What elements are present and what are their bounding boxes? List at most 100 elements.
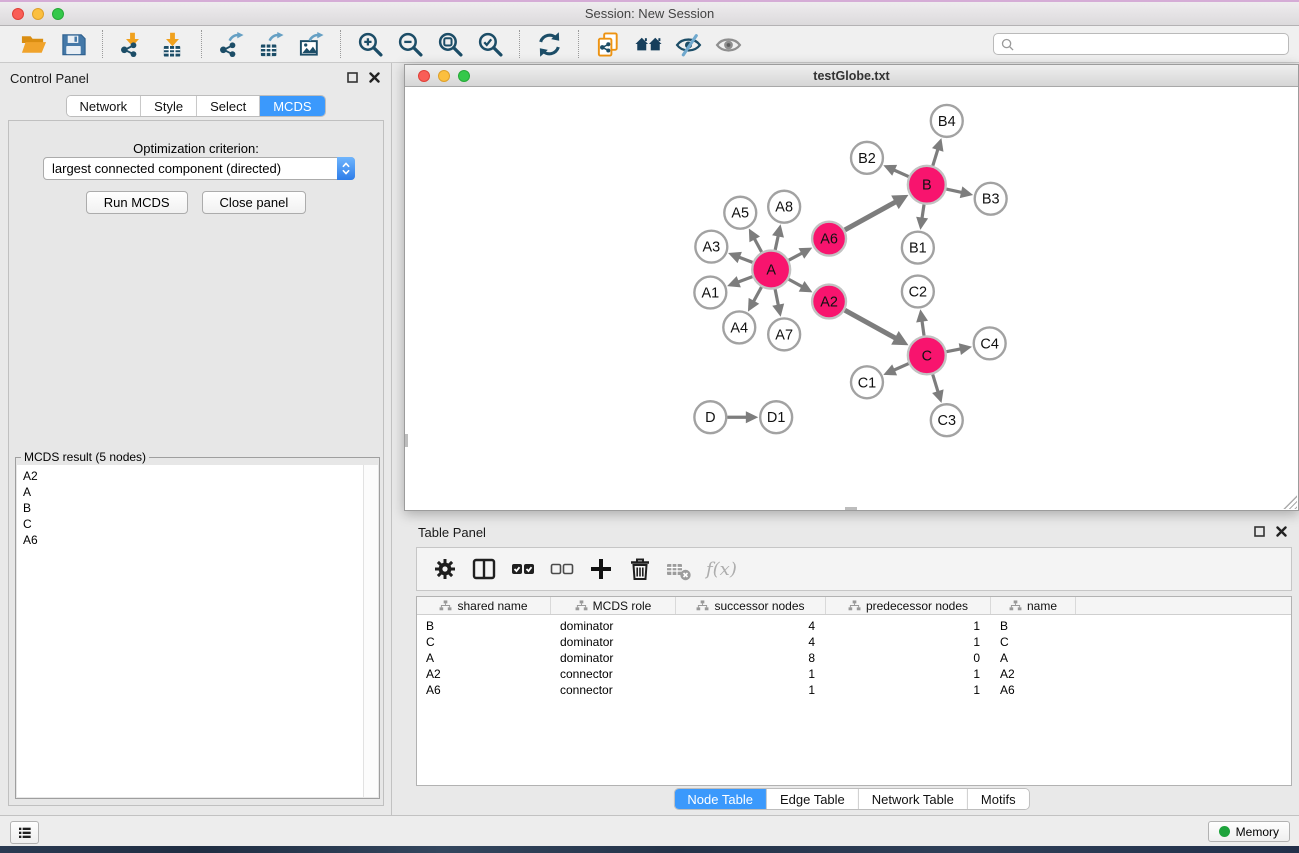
table-tab-motifs[interactable]: Motifs bbox=[968, 789, 1029, 809]
mcds-result-item[interactable]: C bbox=[23, 516, 364, 532]
graph-node-D[interactable]: D bbox=[694, 401, 726, 433]
export-table-button[interactable] bbox=[257, 30, 285, 58]
import-network-button[interactable] bbox=[118, 30, 146, 58]
open-file-button[interactable] bbox=[19, 30, 47, 58]
graph-node-B4[interactable]: B4 bbox=[931, 105, 963, 137]
delete-row-button[interactable] bbox=[625, 555, 655, 583]
graph-node-A2[interactable]: A2 bbox=[812, 285, 846, 319]
delete-table-button[interactable] bbox=[664, 555, 694, 583]
mcds-result-item[interactable]: B bbox=[23, 500, 364, 516]
graph-node-B1[interactable]: B1 bbox=[902, 232, 934, 264]
graph-node-A7[interactable]: A7 bbox=[768, 318, 800, 350]
graph-node-B[interactable]: B bbox=[908, 166, 946, 204]
graph-edge-A-A3[interactable] bbox=[728, 252, 752, 263]
graph-edge-A-A7[interactable] bbox=[772, 289, 784, 317]
column-header-shared-name[interactable]: shared name bbox=[417, 597, 551, 614]
zoom-selected-button[interactable] bbox=[476, 30, 504, 58]
table-row[interactable]: A6connector11A6 bbox=[417, 682, 1291, 698]
table-tab-node-table[interactable]: Node Table bbox=[674, 789, 767, 809]
graph-node-A4[interactable]: A4 bbox=[723, 311, 755, 343]
vertical-scroll-thumb[interactable] bbox=[405, 434, 408, 447]
graph-edge-A-A8[interactable] bbox=[772, 224, 784, 250]
graph-node-A3[interactable]: A3 bbox=[695, 231, 727, 263]
table-row[interactable]: Bdominator41B bbox=[417, 618, 1291, 634]
tab-select[interactable]: Select bbox=[197, 96, 260, 116]
graph-edge-B-B2[interactable] bbox=[883, 165, 908, 177]
graph-node-C4[interactable]: C4 bbox=[974, 327, 1006, 359]
close-panel-button[interactable]: Close panel bbox=[202, 191, 307, 214]
graph-node-C3[interactable]: C3 bbox=[931, 404, 963, 436]
result-scrollbar[interactable] bbox=[363, 465, 378, 797]
zoom-fit-button[interactable] bbox=[436, 30, 464, 58]
tab-mcds[interactable]: MCDS bbox=[260, 96, 324, 116]
optimization-select[interactable]: largest connected component (directed) bbox=[43, 157, 355, 180]
graph-edge-B-B4[interactable] bbox=[932, 138, 943, 166]
graph-edge-A-A5[interactable] bbox=[749, 228, 762, 252]
select-all-button[interactable] bbox=[508, 555, 538, 583]
graph-node-A6[interactable]: A6 bbox=[812, 222, 846, 256]
graph-edge-C-C4[interactable] bbox=[946, 343, 972, 355]
graph-node-A[interactable]: A bbox=[752, 251, 790, 289]
zoom-in-button[interactable] bbox=[356, 30, 384, 58]
table-row[interactable]: A2connector11A2 bbox=[417, 666, 1291, 682]
zoom-out-button[interactable] bbox=[396, 30, 424, 58]
graph-edge-B-B3[interactable] bbox=[946, 186, 973, 198]
graph-node-A5[interactable]: A5 bbox=[724, 197, 756, 229]
float-panel-icon[interactable] bbox=[1254, 526, 1265, 537]
mcds-result-item[interactable]: A6 bbox=[23, 532, 364, 548]
tab-style[interactable]: Style bbox=[141, 96, 197, 116]
network-window-titlebar[interactable]: testGlobe.txt bbox=[405, 65, 1298, 87]
birds-eye-view-button[interactable] bbox=[634, 30, 662, 58]
graph-node-C2[interactable]: C2 bbox=[902, 276, 934, 308]
columns-button[interactable] bbox=[469, 555, 499, 583]
table-row[interactable]: Cdominator41C bbox=[417, 634, 1291, 650]
horizontal-scroll-thumb[interactable] bbox=[845, 507, 857, 510]
graph-edge-A-A1[interactable] bbox=[727, 276, 752, 287]
close-panel-icon[interactable] bbox=[1276, 526, 1287, 537]
graph-edge-C-C1[interactable] bbox=[883, 364, 908, 376]
graph-edge-C-C2[interactable] bbox=[916, 309, 928, 335]
network-graph[interactable]: AA1A2A3A4A5A6A7A8BB1B2B3B4CC1C2C3C4DD1 bbox=[405, 87, 1298, 510]
graph-edge-B-B1[interactable] bbox=[916, 205, 928, 230]
table-tab-edge-table[interactable]: Edge Table bbox=[767, 789, 859, 809]
graph-edge-A2-C[interactable] bbox=[845, 310, 909, 345]
graph-edge-C-C3[interactable] bbox=[932, 374, 943, 403]
settings-button[interactable] bbox=[430, 555, 460, 583]
graph-edge-A6-B[interactable] bbox=[845, 195, 909, 230]
network-canvas[interactable]: AA1A2A3A4A5A6A7A8BB1B2B3B4CC1C2C3C4DD1 bbox=[405, 87, 1298, 510]
graph-node-B3[interactable]: B3 bbox=[975, 183, 1007, 215]
column-header-name[interactable]: name bbox=[991, 597, 1076, 614]
float-panel-icon[interactable] bbox=[347, 72, 358, 83]
table-tab-network-table[interactable]: Network Table bbox=[859, 789, 968, 809]
show-graphics-details-button[interactable] bbox=[714, 30, 742, 58]
run-mcds-button[interactable]: Run MCDS bbox=[86, 191, 188, 214]
hide-graphics-details-button[interactable] bbox=[674, 30, 702, 58]
graph-edge-A-A2[interactable] bbox=[789, 279, 813, 292]
graph-edge-D-D1[interactable] bbox=[727, 411, 758, 423]
column-header-predecessor-nodes[interactable]: predecessor nodes bbox=[826, 597, 991, 614]
function-button[interactable]: f(x) bbox=[703, 555, 743, 583]
duplicate-network-button[interactable] bbox=[594, 30, 622, 58]
graph-node-C1[interactable]: C1 bbox=[851, 366, 883, 398]
memory-button[interactable]: Memory bbox=[1208, 821, 1290, 842]
close-panel-icon[interactable] bbox=[369, 72, 380, 83]
mcds-result-item[interactable]: A bbox=[23, 484, 364, 500]
graph-node-A1[interactable]: A1 bbox=[694, 277, 726, 309]
graph-edge-A-A4[interactable] bbox=[748, 287, 762, 312]
refresh-button[interactable] bbox=[535, 30, 563, 58]
graph-edge-A-A6[interactable] bbox=[789, 248, 813, 261]
add-row-button[interactable] bbox=[586, 555, 616, 583]
export-image-button[interactable] bbox=[297, 30, 325, 58]
task-history-button[interactable] bbox=[10, 821, 39, 844]
column-header-successor-nodes[interactable]: successor nodes bbox=[676, 597, 826, 614]
table-row[interactable]: Adominator80A bbox=[417, 650, 1291, 666]
graph-node-D1[interactable]: D1 bbox=[760, 401, 792, 433]
import-table-button[interactable] bbox=[158, 30, 186, 58]
tab-network[interactable]: Network bbox=[66, 96, 141, 116]
save-session-button[interactable] bbox=[59, 30, 87, 58]
search-box[interactable] bbox=[993, 33, 1289, 55]
mcds-result-item[interactable]: A2 bbox=[23, 468, 364, 484]
search-input[interactable] bbox=[1019, 35, 1288, 53]
column-header-MCDS-role[interactable]: MCDS role bbox=[551, 597, 676, 614]
graph-node-A8[interactable]: A8 bbox=[768, 191, 800, 223]
